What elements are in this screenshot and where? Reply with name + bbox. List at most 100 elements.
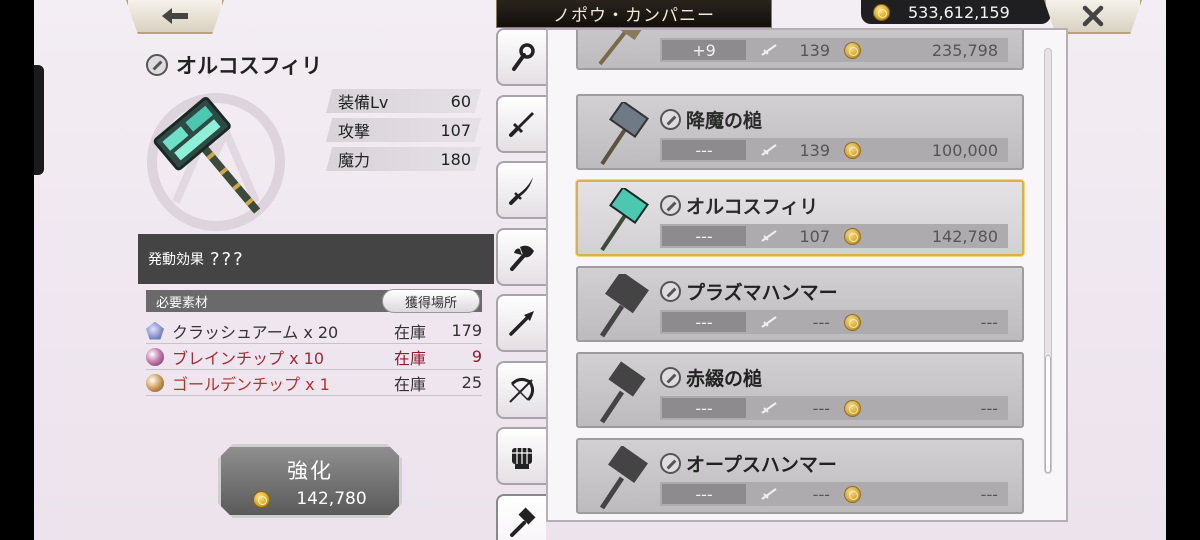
weapon-info-bar: +9 139 235,798 (660, 38, 1008, 62)
stat-label: 装備Lv (338, 93, 389, 112)
sword-icon (509, 111, 534, 137)
attack-value: 139 (799, 40, 830, 60)
weapon-card-selected[interactable]: オルコスフィリ --- 107 142,780 (576, 180, 1024, 256)
hammer-type-icon (660, 195, 681, 216)
tab-bow[interactable] (496, 360, 546, 419)
enhance-label: 強化 (287, 459, 333, 483)
brain-chip-icon (146, 347, 164, 366)
price-value: 100,000 (931, 140, 998, 160)
currency-amount: 533,612,159 (908, 2, 1010, 22)
coin-icon (844, 485, 861, 503)
fist-icon (512, 448, 532, 469)
effect-label: 発動効果 (148, 252, 204, 268)
material-row: クラッシュアーム x 20 在庫 179 (146, 318, 482, 344)
stock-label: 在庫 (394, 322, 427, 342)
refine-level: --- (662, 312, 746, 332)
tab-fist[interactable] (496, 427, 546, 485)
stat-value: 60 (450, 91, 471, 111)
attack-value: 107 (799, 226, 830, 246)
katana-icon (509, 177, 533, 205)
stat-label: 魔力 (338, 151, 371, 170)
tab-hammer[interactable] (496, 493, 546, 540)
enhance-button[interactable]: 強化 142,780 (218, 444, 402, 518)
stat-label: 攻撃 (338, 122, 371, 141)
coin-icon (844, 399, 861, 417)
material-name: ブレインチップ x 10 (172, 348, 325, 368)
price-value: --- (980, 484, 998, 504)
game-screen: ノポウ・カンパニー 533,612,159 オルコスフィリ 装備Lv 60 攻撃… (34, 0, 1166, 540)
weapon-info-bar: --- --- --- (660, 310, 1008, 334)
coin-icon (844, 41, 861, 59)
material-name: クラッシュアーム x 20 (172, 322, 339, 342)
weapon-name: オープスハンマー (660, 450, 837, 477)
price-value: 235,798 (931, 40, 998, 60)
close-icon (1082, 5, 1104, 27)
crush-arm-icon (146, 321, 164, 340)
weapon-silhouette-icon (599, 274, 649, 338)
refine-level: --- (662, 484, 746, 504)
weapon-thumbnail-icon (598, 30, 650, 66)
tab-sword[interactable] (496, 94, 546, 153)
axe-icon (510, 245, 534, 271)
effect-value: ??? (210, 248, 245, 270)
weapon-silhouette-icon (599, 446, 648, 510)
material-row: ブレインチップ x 10 在庫 9 (146, 344, 482, 370)
coin-icon (844, 313, 861, 331)
price-value: 142,780 (931, 226, 998, 246)
weapon-name-text: オルコスフィリ (686, 196, 819, 218)
currency-display: 533,612,159 (861, 0, 1051, 24)
coin-icon (253, 490, 271, 508)
scrollbar-thumb[interactable] (1045, 355, 1051, 473)
hammer-type-icon (660, 367, 681, 388)
side-notch (34, 65, 44, 175)
weapon-info-bar: --- --- --- (660, 482, 1008, 506)
item-stats: 装備Lv 60 攻撃 107 魔力 180 (326, 89, 481, 176)
tab-spear[interactable] (496, 294, 546, 352)
weapon-name: 降魔の槌 (660, 106, 762, 133)
price-value: --- (980, 398, 998, 418)
weapon-thumbnail-icon (600, 102, 649, 166)
weapon-card[interactable]: 降魔の槌 --- 139 100,000 (576, 94, 1024, 170)
shop-title: ノポウ・カンパニー (496, 0, 772, 28)
coin-icon (873, 3, 890, 21)
attack-sword-icon (761, 402, 777, 414)
coin-icon (844, 227, 861, 245)
weapon-name-text: 赤綴の槌 (686, 368, 763, 390)
tab-katana[interactable] (496, 161, 546, 219)
spear-icon (509, 311, 534, 336)
stock-label: 在庫 (394, 374, 427, 394)
attack-sword-icon (761, 230, 777, 242)
weapon-card-locked[interactable]: オープスハンマー --- --- --- (576, 438, 1024, 514)
attack-sword-icon (761, 144, 777, 156)
hammer-type-icon (146, 54, 168, 76)
weapon-name: 赤綴の槌 (660, 364, 762, 391)
tab-axe[interactable] (496, 227, 546, 286)
enhance-cost: 142,780 (221, 489, 399, 509)
hammer-type-icon (660, 281, 681, 302)
back-button[interactable] (126, 0, 224, 34)
refine-level: +9 (662, 40, 746, 60)
attack-sword-icon (761, 488, 777, 500)
weapon-thumbnail-icon (600, 188, 649, 252)
back-arrow-icon (162, 8, 188, 24)
attack-sword-icon (761, 316, 777, 328)
refine-level: --- (662, 226, 746, 246)
stat-attack: 攻撃 107 (326, 118, 481, 142)
acquisition-location-button[interactable]: 獲得場所 (382, 289, 480, 313)
stock-count: 9 (471, 347, 482, 366)
stat-value: 107 (440, 120, 471, 140)
weapon-list-panel[interactable]: +9 139 235,798 降魔の槌 --- 139 100,000 オルコス… (546, 28, 1068, 522)
staff-icon (512, 43, 535, 71)
weapon-card[interactable]: +9 139 235,798 (576, 30, 1024, 70)
attack-sword-icon (761, 44, 777, 56)
stock-label: 在庫 (394, 348, 427, 368)
stock-count: 179 (451, 321, 482, 340)
list-scrollbar[interactable] (1044, 48, 1052, 474)
tab-staff[interactable] (496, 28, 546, 86)
weapon-name-text: 降魔の槌 (686, 110, 763, 132)
attack-value: --- (812, 398, 830, 418)
refine-level: --- (662, 398, 746, 418)
weapon-card-locked[interactable]: 赤綴の槌 --- --- --- (576, 352, 1024, 428)
stock-count: 25 (461, 373, 482, 392)
weapon-card-locked[interactable]: プラズマハンマー --- --- --- (576, 266, 1024, 342)
